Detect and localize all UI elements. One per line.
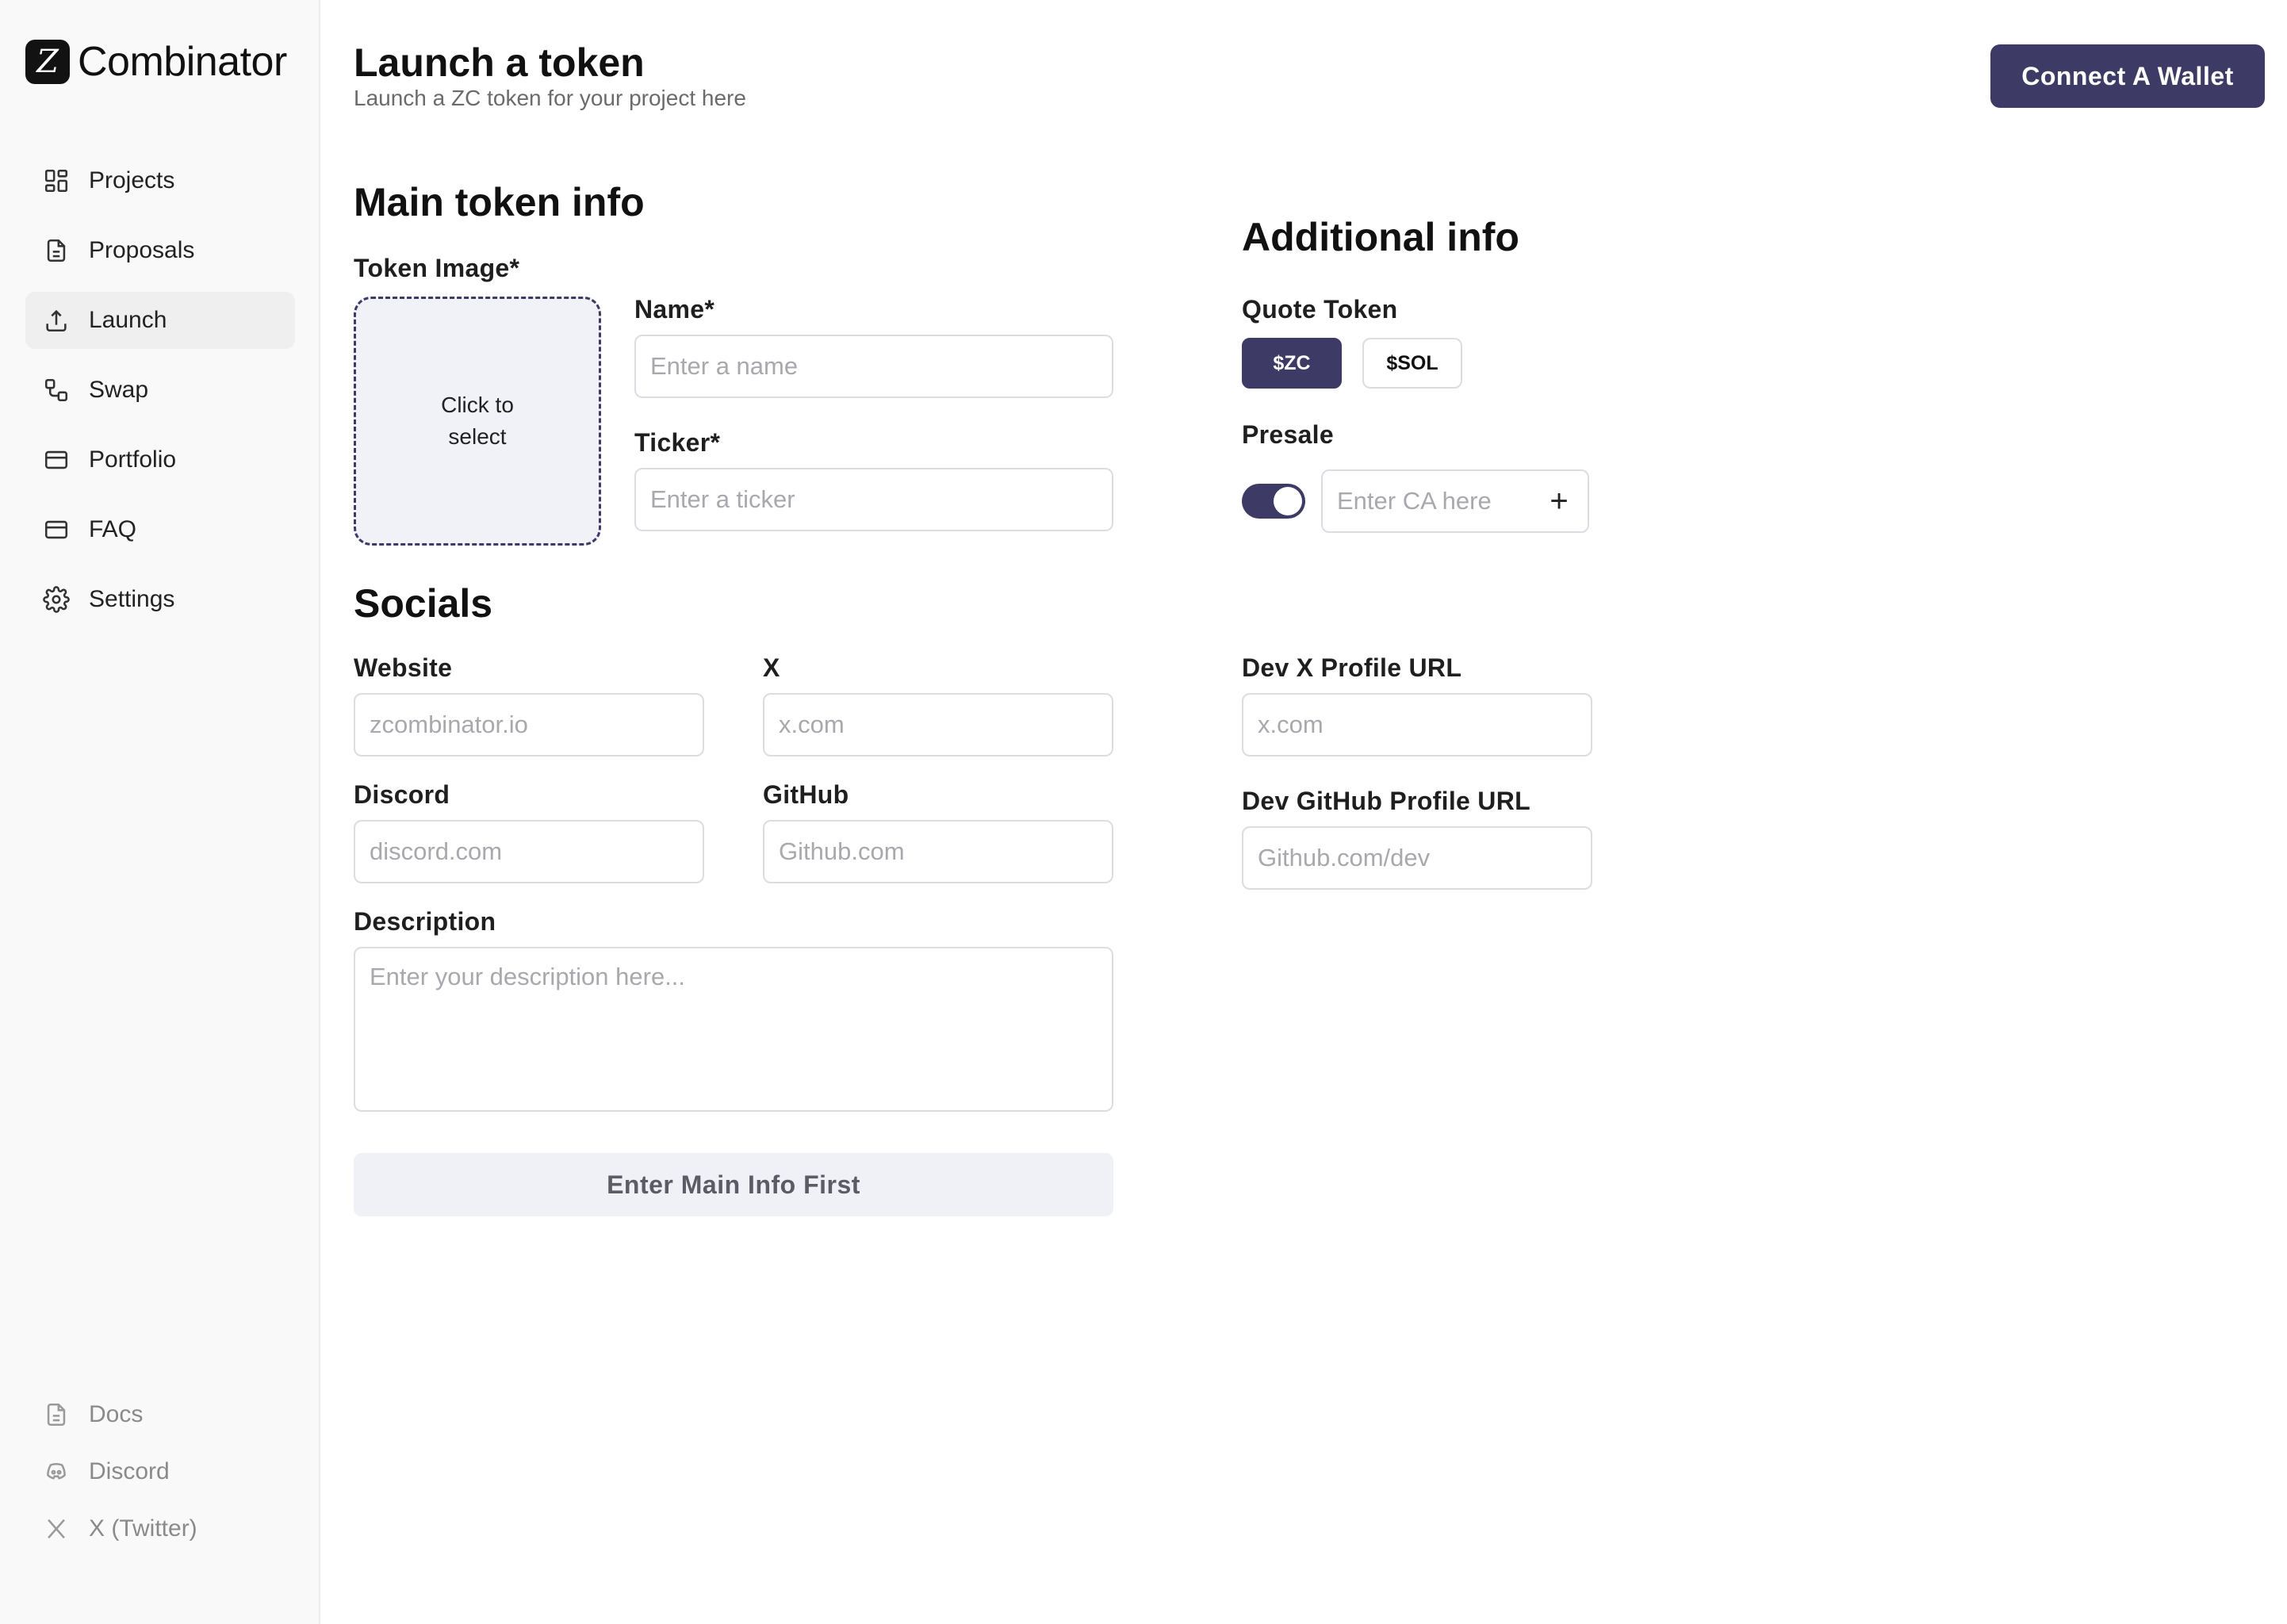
footer-link-label: Docs: [89, 1401, 144, 1427]
sidebar-item-settings[interactable]: Settings: [25, 571, 295, 628]
main-token-info-heading: Main token info: [354, 180, 645, 224]
quote-token-label: Quote Token: [1242, 295, 1398, 324]
contract-address-field: +: [1321, 469, 1589, 533]
discord-icon: [43, 1458, 70, 1485]
additional-info-heading: Additional info: [1242, 215, 1519, 259]
sidebar-footer-links: Docs Discord X (Twitter): [25, 1392, 295, 1564]
main-content: Launch a token Launch a ZC token for you…: [320, 0, 2287, 1624]
brand-logo: Z: [25, 40, 70, 84]
footer-link-docs[interactable]: Docs: [25, 1392, 295, 1437]
dev-x-profile-input[interactable]: [1242, 693, 1592, 756]
sidebar-item-proposals[interactable]: Proposals: [25, 222, 295, 279]
sidebar-item-launch[interactable]: Launch: [25, 292, 295, 349]
sidebar-item-swap[interactable]: Swap: [25, 362, 295, 419]
sidebar-item-label: Launch: [89, 307, 167, 333]
website-input[interactable]: [354, 693, 704, 756]
name-input[interactable]: [634, 335, 1113, 398]
swap-icon: [43, 377, 70, 404]
quote-token-sol-button[interactable]: $SOL: [1362, 338, 1462, 389]
footer-link-label: X (Twitter): [89, 1515, 197, 1542]
sidebar-item-faq[interactable]: FAQ: [25, 501, 295, 558]
sidebar: Z Combinator Projects Proposals Launch S…: [0, 0, 320, 1624]
toggle-knob: [1274, 487, 1302, 515]
card-icon: [43, 516, 70, 543]
token-image-label: Token Image*: [354, 254, 520, 282]
socials-heading: Socials: [354, 581, 493, 626]
footer-link-label: Discord: [89, 1458, 170, 1484]
name-label: Name*: [634, 295, 715, 324]
x-input[interactable]: [763, 693, 1113, 756]
document-icon: [43, 1401, 70, 1428]
footer-link-discord[interactable]: Discord: [25, 1450, 295, 1494]
wallet-card-icon: [43, 446, 70, 473]
sidebar-item-label: Projects: [89, 167, 175, 193]
github-label: GitHub: [763, 780, 849, 809]
discord-label: Discord: [354, 780, 450, 809]
plus-icon[interactable]: +: [1542, 484, 1576, 519]
grid-icon: [43, 167, 70, 194]
sidebar-item-label: Proposals: [89, 237, 195, 263]
dev-github-profile-label: Dev GitHub Profile URL: [1242, 787, 1530, 815]
sidebar-item-portfolio[interactable]: Portfolio: [25, 431, 295, 488]
website-label: Website: [354, 653, 453, 682]
ticker-input[interactable]: [634, 468, 1113, 531]
dev-x-profile-label: Dev X Profile URL: [1242, 653, 1462, 682]
discord-input[interactable]: [354, 820, 704, 883]
ticker-label: Ticker*: [634, 428, 721, 457]
sidebar-nav: Projects Proposals Launch Swap Portfolio: [25, 152, 295, 641]
submit-launch-button[interactable]: Enter Main Info First: [354, 1153, 1113, 1216]
sidebar-item-label: FAQ: [89, 516, 137, 542]
sidebar-item-label: Settings: [89, 586, 175, 612]
brand[interactable]: Z Combinator: [25, 38, 287, 86]
sidebar-item-label: Swap: [89, 377, 149, 403]
quote-token-zc-button[interactable]: $ZC: [1242, 338, 1342, 389]
sidebar-item-projects[interactable]: Projects: [25, 152, 295, 209]
connect-wallet-button[interactable]: Connect A Wallet: [1990, 44, 2265, 108]
x-logo-icon: [43, 1515, 70, 1542]
description-label: Description: [354, 907, 496, 936]
page-title: Launch a token: [354, 40, 645, 85]
brand-name: Combinator: [78, 39, 287, 85]
gear-icon: [43, 586, 70, 613]
token-image-dropzone[interactable]: Click to select: [354, 297, 601, 546]
x-label: X: [763, 653, 780, 682]
github-input[interactable]: [763, 820, 1113, 883]
dev-github-profile-input[interactable]: [1242, 826, 1592, 890]
presale-toggle[interactable]: [1242, 484, 1305, 519]
description-textarea[interactable]: [354, 947, 1113, 1112]
presale-label: Presale: [1242, 420, 1334, 449]
footer-link-x-twitter[interactable]: X (Twitter): [25, 1507, 295, 1551]
document-icon: [43, 237, 70, 264]
upload-icon: [43, 307, 70, 334]
contract-address-input[interactable]: [1323, 471, 1537, 531]
token-image-prompt: Click to select: [441, 393, 514, 449]
sidebar-item-label: Portfolio: [89, 446, 177, 473]
page-subtitle: Launch a ZC token for your project here: [354, 86, 746, 110]
